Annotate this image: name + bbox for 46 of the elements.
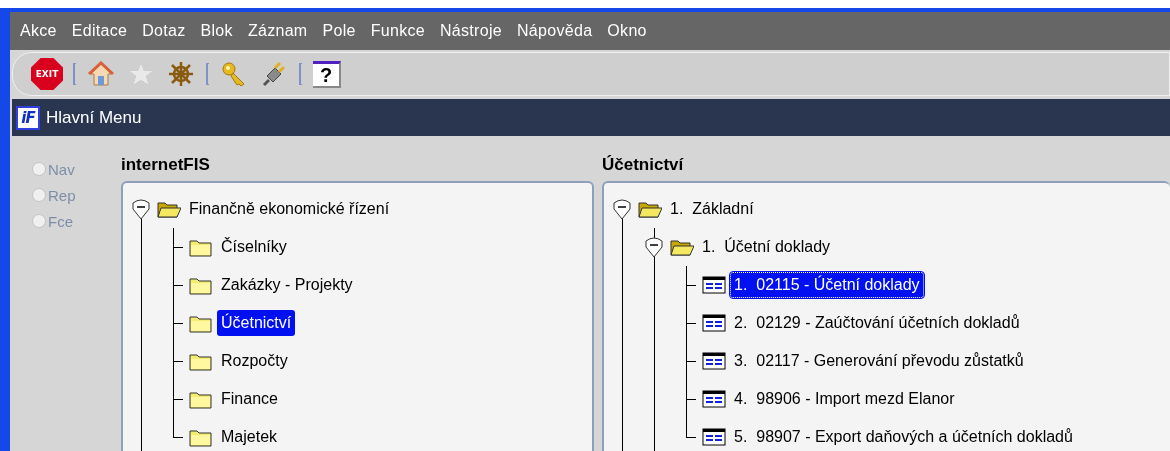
tree-item[interactable]: Finančně ekonomické řízení	[185, 196, 394, 222]
radio-label: Rep	[48, 186, 76, 204]
tree-item[interactable]: Rozpočty	[217, 348, 292, 374]
tree-item[interactable]: Finance	[217, 386, 282, 412]
panel-title: internetFIS	[121, 154, 211, 176]
tree-item[interactable]: 5. 98907 - Export daňových a účetních dokladů	[730, 424, 1077, 450]
tree-item[interactable]: Majetek	[217, 424, 282, 450]
menu-item[interactable]: Blok	[200, 22, 233, 40]
menu-item[interactable]: Pole	[322, 22, 356, 40]
home-button[interactable]	[86, 59, 116, 89]
window-title: Hlavní Menu	[46, 107, 142, 128]
panel-title: Účetnictví	[602, 154, 685, 176]
tree-item[interactable]: 2. 02129 - Zaúčtování účetních dokladů	[730, 310, 1024, 336]
exit-button[interactable]: EXIT	[31, 59, 63, 89]
open-folder-icon	[638, 199, 662, 219]
form-icon	[702, 427, 726, 447]
menu-item[interactable]: Funkce	[370, 22, 425, 40]
menu-item[interactable]: Dotaz	[142, 22, 186, 40]
form-icon	[702, 389, 726, 409]
menu-item[interactable]: Nástroje	[440, 22, 502, 40]
tree-item[interactable]: Číselníky	[217, 234, 291, 260]
radio-label: Nav	[48, 160, 75, 178]
radio-label: Fce	[48, 212, 73, 230]
tree-item[interactable]: 1. Účetní doklady	[698, 234, 835, 260]
collapse-icon[interactable]	[644, 235, 664, 259]
ship-wheel-button[interactable]	[166, 59, 196, 89]
menu-item[interactable]: Záznam	[247, 22, 308, 40]
tree-item[interactable]: 1. 02115 - Účetní doklady	[730, 272, 924, 298]
tree-item[interactable]: Zakázky - Projekty	[217, 272, 357, 298]
tree-item[interactable]: 1. Základní	[666, 196, 758, 222]
collapse-icon[interactable]	[131, 197, 151, 221]
open-folder-icon	[157, 199, 181, 219]
menu-item[interactable]: Editace	[71, 22, 128, 40]
help-button[interactable]: ?	[312, 59, 342, 89]
form-icon	[702, 275, 726, 295]
tree-item[interactable]: Účetnictví	[217, 310, 296, 336]
menu-item[interactable]: Nápověda	[517, 22, 593, 40]
tree-item[interactable]: 4. 98906 - Import mezd Elanor	[730, 386, 959, 412]
collapse-icon[interactable]	[612, 197, 632, 221]
app-logo: iF	[16, 105, 40, 130]
form-icon	[702, 351, 726, 371]
open-folder-icon	[670, 237, 694, 257]
menu-item[interactable]: Okno	[607, 22, 647, 40]
tree-item[interactable]: 3. 02117 - Generování převodu zůstatků	[730, 348, 1028, 374]
form-icon	[702, 313, 726, 333]
menu-item[interactable]: Akce	[20, 22, 57, 40]
